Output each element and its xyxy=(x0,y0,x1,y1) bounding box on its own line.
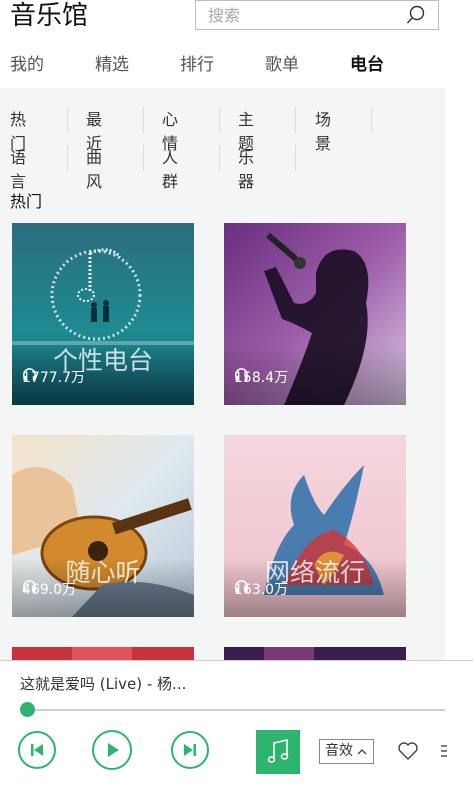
category-language[interactable]: 语言 xyxy=(10,146,26,191)
headphones-icon xyxy=(23,368,36,381)
divider xyxy=(219,107,220,133)
sound-effect-button[interactable]: 音效 xyxy=(319,739,374,764)
category-theme[interactable]: 主题 xyxy=(238,108,254,153)
section-title: 热门 xyxy=(10,192,43,211)
radio-card-personal[interactable]: 个性电台 1777.7万 xyxy=(12,223,194,405)
listener-count: 469.0万 xyxy=(22,579,76,599)
category-instrument[interactable]: 乐器 xyxy=(238,146,254,191)
category-scene[interactable]: 场景 xyxy=(315,108,331,153)
search-icon[interactable] xyxy=(406,5,426,25)
category-genre[interactable]: 曲风 xyxy=(86,146,102,191)
radio-card-partial[interactable] xyxy=(12,647,194,660)
album-art-button[interactable] xyxy=(256,730,300,774)
play-button[interactable] xyxy=(92,730,132,770)
tab-mine[interactable]: 我的 xyxy=(10,50,44,75)
listener-count: 158.4万 xyxy=(234,367,288,387)
tab-charts[interactable]: 排行 xyxy=(180,50,214,75)
header: 音乐馆 xyxy=(0,0,473,40)
divider xyxy=(67,145,68,171)
divider xyxy=(67,107,68,133)
category-recent[interactable]: 最近 xyxy=(86,108,102,153)
now-playing-title[interactable]: 这就是爱吗 (Live) - 杨... xyxy=(20,673,186,694)
next-button[interactable] xyxy=(171,731,209,769)
headphones-icon xyxy=(235,580,248,593)
radio-card-internet-pop[interactable]: 网络流行 163.0万 xyxy=(224,435,406,617)
divider xyxy=(295,107,296,133)
progress-track[interactable] xyxy=(27,709,445,711)
tab-radio[interactable]: 电台 xyxy=(350,50,384,75)
radio-card-partial[interactable] xyxy=(224,647,406,660)
headphones-icon xyxy=(23,580,36,593)
card-artwork xyxy=(224,647,406,660)
listener-count: 1777.7万 xyxy=(22,367,85,387)
tab-playlists[interactable]: 歌单 xyxy=(265,50,299,75)
listener-count: 163.0万 xyxy=(234,579,288,599)
category-mood[interactable]: 心情 xyxy=(162,108,178,153)
tab-featured[interactable]: 精选 xyxy=(95,50,129,75)
search-box[interactable] xyxy=(195,0,439,30)
divider xyxy=(295,145,296,171)
heart-icon[interactable] xyxy=(397,741,419,761)
chevron-up-icon xyxy=(357,748,367,754)
category-hot[interactable]: 热门 xyxy=(10,108,26,153)
previous-icon xyxy=(31,744,43,756)
search-input[interactable] xyxy=(208,2,408,28)
category-people[interactable]: 人群 xyxy=(162,146,178,191)
radio-content: 热门 最近 心情 主题 场景 语言 曲风 人群 乐器 热门 个性电台 1777.… xyxy=(0,88,445,660)
headphones-icon xyxy=(235,368,248,381)
next-icon xyxy=(184,744,196,756)
main-tabs: 我的 精选 排行 歌单 电台 xyxy=(0,46,473,82)
divider xyxy=(371,107,372,133)
playlist-menu-icon[interactable] xyxy=(439,743,447,759)
divider xyxy=(143,145,144,171)
previous-button[interactable] xyxy=(18,731,56,769)
music-note-icon xyxy=(267,738,289,763)
divider xyxy=(219,145,220,171)
card-artwork xyxy=(12,647,194,660)
app-title: 音乐馆 xyxy=(10,1,89,31)
radio-card-singer[interactable]: 158.4万 xyxy=(224,223,406,405)
radio-card-casual[interactable]: 随心听 469.0万 xyxy=(12,435,194,617)
progress-thumb[interactable] xyxy=(20,702,35,717)
play-icon xyxy=(108,743,119,757)
divider xyxy=(143,107,144,133)
player-bar: 这就是爱吗 (Live) - 杨... 音效 xyxy=(0,660,473,798)
sound-effect-label: 音效 xyxy=(325,743,353,759)
